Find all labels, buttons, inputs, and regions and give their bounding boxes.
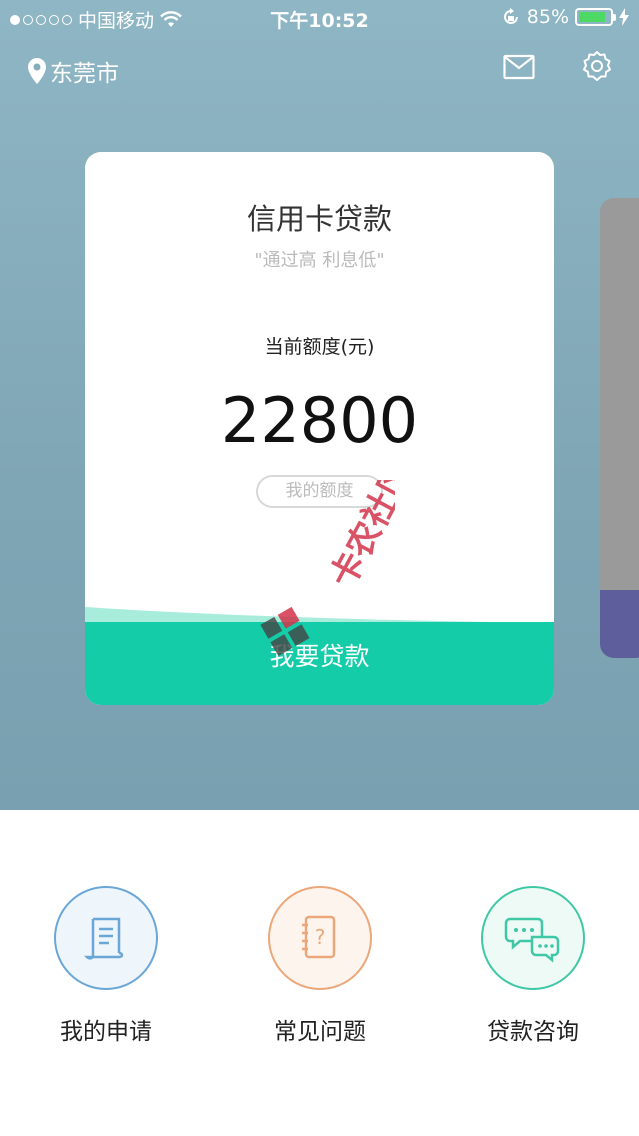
limit-label: 当前额度(元)	[264, 336, 375, 358]
svg-text:?: ?	[315, 925, 326, 949]
header: 东莞市	[0, 48, 639, 92]
rotation-lock-icon	[503, 8, 518, 24]
mail-button[interactable]	[503, 54, 539, 84]
card-subtitle: "通过高 利息低"	[254, 250, 385, 271]
location-name: 东莞市	[50, 61, 119, 87]
menu-circle-consult	[481, 886, 585, 990]
limit-value: 22800	[220, 384, 419, 457]
watermark-logo: 卡农社区	[260, 455, 422, 657]
next-card-preview[interactable]	[600, 198, 639, 658]
battery-icon	[575, 8, 616, 26]
menu-circle-applications	[54, 886, 158, 990]
watermark: 卡农社区	[255, 455, 422, 660]
menu-circle-faq: ?	[268, 886, 372, 990]
gear-icon	[583, 51, 611, 81]
menu-label-consult: 贷款咨询	[487, 1019, 579, 1045]
charging-bolt-icon	[619, 8, 629, 26]
question-book-icon: ?	[302, 915, 336, 959]
svg-text:卡农社区: 卡农社区	[323, 480, 395, 594]
menu-item-loan-consult[interactable]: 贷款咨询	[453, 886, 613, 1046]
chat-bubbles-icon	[504, 917, 560, 963]
menu-label-faq: 常见问题	[274, 1019, 366, 1045]
menu-item-my-applications[interactable]: 我的申请	[26, 886, 186, 1046]
status-bar: 中国移动 下午10:52 85%	[0, 0, 639, 36]
menu-label-applications: 我的申请	[60, 1019, 152, 1045]
battery-percent: 85%	[526, 6, 569, 28]
scroll-icon	[83, 917, 124, 960]
battery-fill	[579, 12, 605, 22]
status-right: 85%	[501, 6, 629, 28]
menu-item-faq[interactable]: ? 常见问题	[240, 886, 400, 1046]
card-title: 信用卡贷款	[246, 202, 392, 236]
location-selector[interactable]: 东莞市	[28, 54, 119, 88]
location-pin-icon	[28, 58, 46, 84]
settings-button[interactable]	[581, 50, 617, 86]
quick-menu: 我的申请 ? 常见问题 贷款咨询	[0, 810, 639, 1136]
mail-icon	[503, 54, 535, 80]
next-card-preview-footer	[600, 590, 639, 658]
